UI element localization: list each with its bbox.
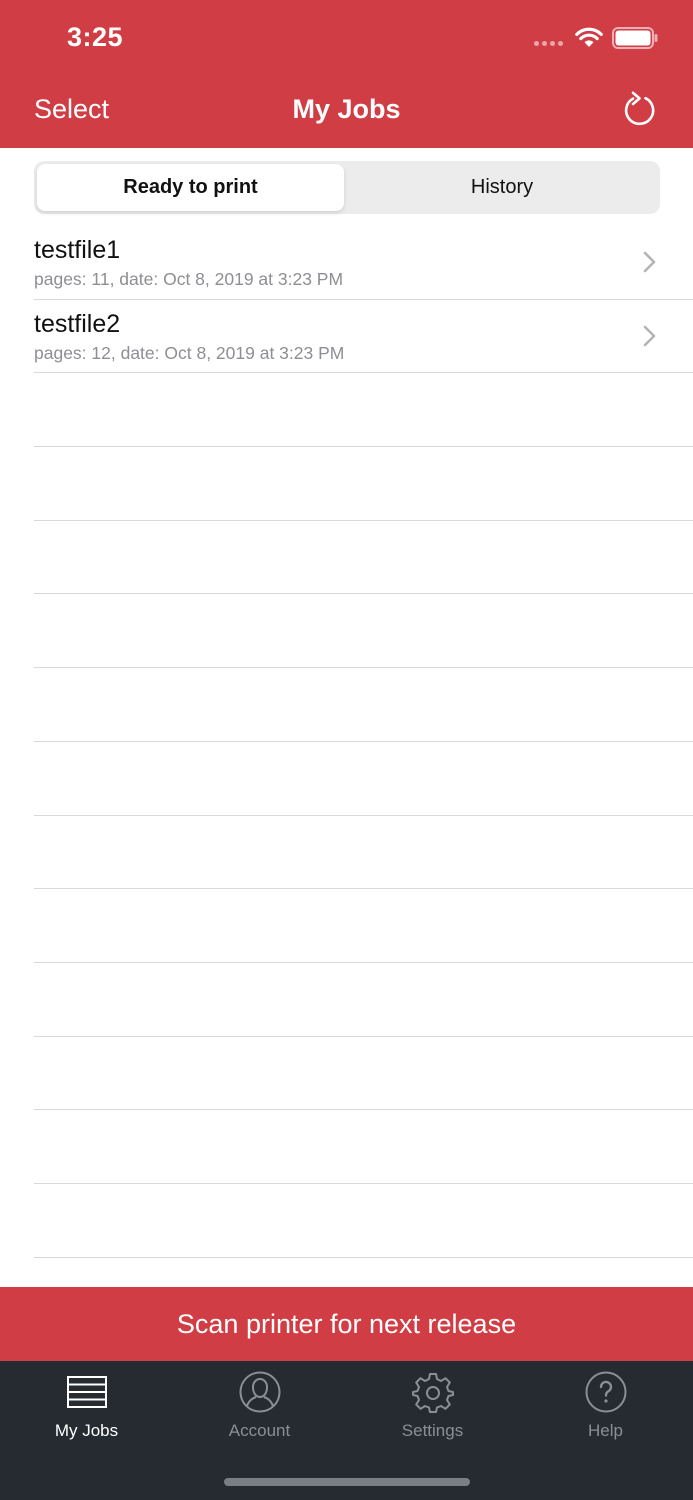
tab-my-jobs[interactable]: My Jobs bbox=[0, 1361, 173, 1451]
empty-row bbox=[34, 594, 693, 669]
job-segmented-control: Ready to print History bbox=[34, 161, 660, 214]
chevron-right-icon bbox=[643, 251, 656, 273]
empty-row bbox=[34, 1037, 693, 1111]
status-bar: 3:25 bbox=[0, 0, 693, 76]
segment-ready-to-print[interactable]: Ready to print bbox=[37, 164, 344, 211]
chevron-right-icon bbox=[643, 325, 656, 346]
segment-history[interactable]: History bbox=[347, 164, 657, 211]
tab-help[interactable]: Help bbox=[519, 1361, 692, 1451]
header: 3:25 Select My Jobs bbox=[0, 0, 693, 148]
empty-row bbox=[34, 963, 693, 1037]
job-row[interactable]: testfile2 pages: 12, date: Oct 8, 2019 a… bbox=[34, 300, 693, 374]
navigation-bar: Select My Jobs bbox=[0, 76, 693, 148]
tab-label: Settings bbox=[401, 1421, 464, 1440]
job-row[interactable]: testfile1 pages: 11, date: Oct 8, 2019 a… bbox=[34, 226, 693, 300]
help-icon bbox=[585, 1371, 627, 1413]
job-name: testfile1 bbox=[34, 236, 121, 264]
empty-row bbox=[34, 1110, 693, 1184]
cellular-signal-icon bbox=[534, 41, 563, 46]
empty-row bbox=[34, 447, 693, 521]
refresh-icon[interactable] bbox=[620, 90, 660, 130]
empty-row bbox=[34, 668, 693, 742]
app-screen: 3:25 Select My Jobs Ready to print Histo… bbox=[0, 0, 693, 1500]
empty-row bbox=[34, 742, 693, 816]
person-icon bbox=[239, 1371, 281, 1413]
tab-account[interactable]: Account bbox=[173, 1361, 346, 1451]
job-meta: pages: 11, date: Oct 8, 2019 at 3:23 PM bbox=[34, 269, 344, 289]
list-icon bbox=[67, 1376, 107, 1408]
battery-icon bbox=[612, 27, 658, 49]
status-time: 3:25 bbox=[67, 22, 124, 52]
empty-row bbox=[34, 816, 693, 890]
select-button[interactable]: Select bbox=[34, 94, 109, 125]
empty-row bbox=[34, 373, 693, 448]
home-indicator bbox=[224, 1478, 470, 1486]
tab-settings[interactable]: Settings bbox=[346, 1361, 519, 1451]
tab-label: Account bbox=[228, 1421, 291, 1440]
empty-row bbox=[34, 521, 693, 595]
job-meta: pages: 12, date: Oct 8, 2019 at 3:23 PM bbox=[34, 342, 345, 363]
job-list: testfile1 pages: 11, date: Oct 8, 2019 a… bbox=[0, 226, 693, 1332]
tab-label: Help bbox=[588, 1421, 623, 1440]
job-name: testfile2 bbox=[34, 309, 121, 338]
tab-label: My Jobs bbox=[54, 1421, 119, 1440]
empty-row bbox=[34, 889, 693, 963]
gear-icon bbox=[412, 1373, 454, 1413]
wifi-icon bbox=[575, 27, 603, 47]
scan-printer-button[interactable]: Scan printer for next release bbox=[0, 1287, 693, 1361]
empty-row bbox=[34, 1184, 693, 1258]
